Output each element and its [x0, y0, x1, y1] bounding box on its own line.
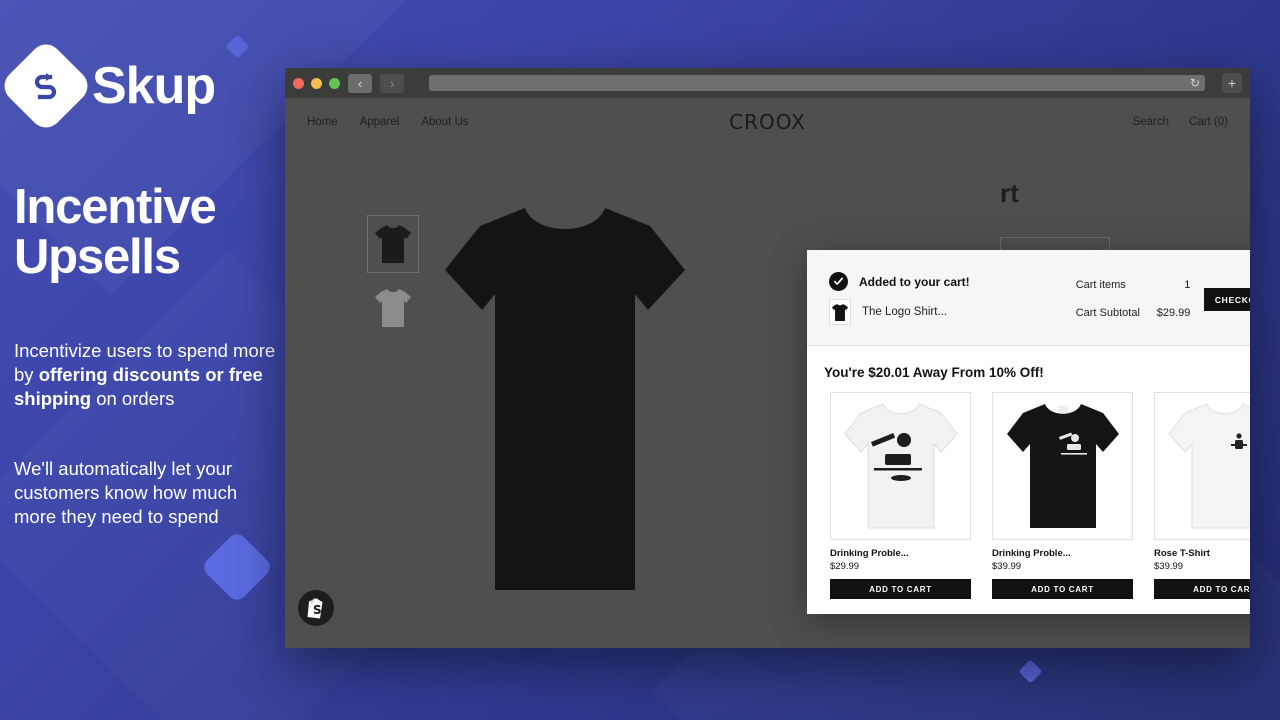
upsell-modal: ✕ Added to your cart!: [807, 250, 1250, 614]
upsell-product-card: Drinking Proble... $29.99 ADD TO CART: [830, 392, 971, 599]
shopify-badge-icon[interactable]: S: [298, 590, 334, 626]
upsell-product-title: Rose T-Shirt: [1154, 548, 1210, 559]
upsell-product-price: $39.99: [992, 561, 1022, 572]
skup-diamond-logo-icon: [0, 37, 95, 135]
modal-summary-row: Added to your cart! The Logo Shirt... Ca: [829, 272, 1250, 325]
cart-subtotal-row: Cart Subtotal $29.99: [1076, 307, 1191, 319]
window-close-button[interactable]: [293, 77, 304, 89]
browser-window: ‹ › ↻ + Home Apparel About Us CROOX Sear…: [285, 68, 1250, 648]
store-logo[interactable]: CROOX: [285, 110, 1250, 134]
upsell-product-title: Drinking Proble...: [992, 548, 1071, 559]
store-footer-text: [285, 641, 1250, 648]
cart-subtotal-label: Cart Subtotal: [1075, 306, 1140, 319]
upsell-product-price: $29.99: [830, 561, 860, 572]
upsell-add-to-cart-button[interactable]: ADD TO CART: [992, 579, 1133, 599]
page-title: Incentive Upsells: [14, 180, 217, 285]
brand-name: Skup: [92, 57, 216, 115]
address-bar[interactable]: ↻: [429, 75, 1205, 91]
upsell-headline: You're $20.01 Away From 10% Off!: [824, 365, 1044, 380]
marketing-body-1: Incentivize users to spend more by offer…: [14, 339, 282, 412]
black-tshirt-chest-graphic-image[interactable]: [992, 392, 1133, 540]
window-minimize-button[interactable]: [311, 77, 322, 89]
added-label: Added to your cart!: [859, 274, 970, 289]
svg-text:S: S: [313, 603, 322, 617]
product-thumbnail-black[interactable]: [367, 215, 419, 273]
product-main-image: [440, 198, 690, 598]
cart-subtotal-value: $29.99: [1156, 306, 1191, 319]
cart-items-value: 1: [1184, 278, 1191, 291]
cart-added-summary: Added to your cart! The Logo Shirt...: [829, 272, 1076, 325]
forward-button[interactable]: ›: [380, 73, 404, 93]
browser-titlebar: ‹ › ↻ +: [285, 68, 1250, 98]
cart-line-item: The Logo Shirt...: [829, 299, 1076, 325]
reload-icon[interactable]: ↻: [1190, 75, 1200, 91]
upsell-add-to-cart-button[interactable]: ADD TO CART: [830, 579, 971, 599]
new-tab-button[interactable]: +: [1222, 73, 1242, 93]
marketing-panel: Skup Incentive Upsells Incentivize users…: [0, 0, 290, 720]
body1-suffix: on orders: [91, 388, 175, 410]
cart-items-row: Cart items 1: [1076, 279, 1191, 291]
checkout-button[interactable]: CHECKOUT: [1204, 288, 1250, 311]
cart-totals: Cart items 1 Cart Subtotal $29.99: [1076, 279, 1191, 319]
modal-header: ✕ Added to your cart!: [807, 250, 1250, 346]
product-thumbnail-list: [367, 215, 419, 343]
white-tshirt-big-graphic-image[interactable]: [830, 392, 971, 540]
cart-item-name: The Logo Shirt...: [862, 306, 948, 318]
cart-items-label: Cart items: [1075, 278, 1126, 291]
black-tshirt-thumbnail-icon: [829, 299, 851, 325]
upsell-product-card: Drinking Proble... $39.99 ADD TO CART: [992, 392, 1133, 599]
check-icon: [829, 272, 848, 291]
upsell-product-title: Drinking Proble...: [830, 548, 909, 559]
white-tshirt-thumbnail-icon: [375, 289, 411, 327]
upsell-product-price: $39.99: [1154, 561, 1184, 572]
upsell-add-to-cart-button[interactable]: ADD TO CART: [1154, 579, 1250, 599]
black-tshirt-thumbnail-icon: [375, 225, 411, 263]
white-tshirt-small-graphic-image[interactable]: [1154, 392, 1250, 540]
product-thumbnail-white[interactable]: [367, 279, 419, 337]
upsell-product-card: Rose T-Shirt $39.99 ADD TO CART: [1154, 392, 1250, 599]
marketing-body-2: We'll automatically let your customers k…: [14, 458, 238, 528]
product-title: rt: [1000, 178, 1019, 208]
upsell-product-list: Drinking Proble... $29.99 ADD TO CART Dr…: [807, 380, 1250, 599]
store-navbar: Home Apparel About Us CROOX Search Cart …: [285, 98, 1250, 146]
window-zoom-button[interactable]: [329, 77, 340, 89]
brand-logo: Skup: [0, 37, 216, 135]
added-confirmation: Added to your cart!: [829, 272, 1076, 291]
back-button[interactable]: ‹: [348, 73, 372, 93]
